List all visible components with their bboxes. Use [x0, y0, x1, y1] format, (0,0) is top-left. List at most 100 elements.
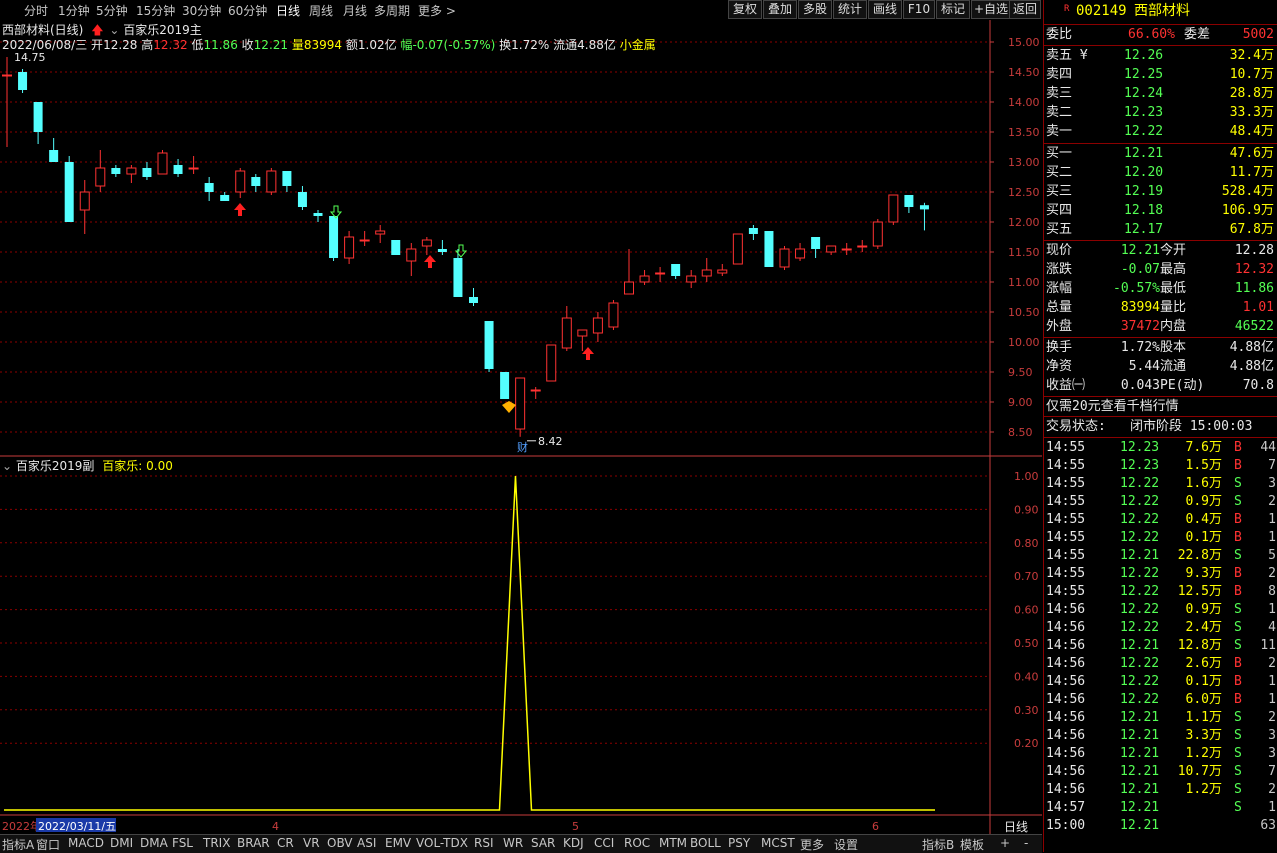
indicator-tab[interactable]: WR	[503, 836, 523, 850]
candle-body[interactable]	[764, 231, 774, 267]
candle-body[interactable]	[779, 248, 790, 268]
candle-body[interactable]	[841, 248, 852, 251]
candle-body[interactable]	[188, 167, 199, 170]
candle-body[interactable]	[671, 264, 681, 276]
candle-body[interactable]	[18, 72, 28, 90]
candle-body[interactable]	[701, 269, 712, 277]
chart-area[interactable]: 15.00 14.50 14.00 13.50 13.00 12.50 12.00 11.50…	[0, 20, 1042, 834]
period-tab[interactable]: 60分钟	[228, 2, 267, 19]
indicator-tab[interactable]: 设置	[834, 836, 858, 853]
candle-body[interactable]	[49, 150, 59, 162]
candle-body[interactable]	[126, 167, 137, 175]
toolbar-button[interactable]: 返回	[1009, 0, 1041, 19]
candle-body[interactable]	[251, 177, 261, 186]
candle-body[interactable]	[313, 213, 323, 216]
indicator-tab[interactable]: KDJ	[563, 836, 584, 850]
candle-body[interactable]	[484, 321, 494, 369]
candle-body[interactable]	[872, 221, 883, 247]
candle-body[interactable]	[329, 216, 339, 258]
toolbar-button[interactable]: 复权	[728, 0, 762, 19]
indicator-name[interactable]: 百家乐2019主	[123, 23, 202, 37]
period-tab[interactable]: 多周期	[374, 2, 410, 19]
sub-indicator-name[interactable]: 百家乐2019副	[16, 459, 95, 473]
toolbar-button[interactable]: 多股	[798, 0, 832, 19]
period-tab[interactable]: 周线	[309, 2, 333, 19]
toolbar-button[interactable]: 画线	[868, 0, 902, 19]
candle-body[interactable]	[235, 170, 246, 193]
candle-body[interactable]	[391, 240, 401, 255]
candle-body[interactable]	[421, 239, 432, 247]
indicator-tab[interactable]: +	[1000, 836, 1010, 850]
period-tab[interactable]: 5分钟	[96, 2, 128, 19]
indicator-tab[interactable]: SAR	[531, 836, 555, 850]
indicator-tab[interactable]: CCI	[594, 836, 614, 850]
candle-body[interactable]	[297, 192, 307, 207]
indicator-tab[interactable]: DMI	[110, 836, 133, 850]
candle-body[interactable]	[811, 237, 821, 249]
candle-body[interactable]	[732, 233, 743, 265]
sector-value[interactable]: 小金属	[620, 38, 656, 52]
candle-body[interactable]	[561, 317, 572, 349]
indicator-tab[interactable]: 更多	[800, 836, 824, 853]
candle-body[interactable]	[717, 269, 728, 274]
candle-body[interactable]	[453, 258, 463, 297]
collapse-icon[interactable]: ⌄	[2, 459, 12, 473]
period-tab[interactable]: 30分钟	[182, 2, 221, 19]
indicator-tab[interactable]: 窗口	[36, 836, 60, 853]
indicator-tab[interactable]: TRIX	[203, 836, 230, 850]
candle-body[interactable]	[173, 165, 183, 174]
candle-body[interactable]	[406, 248, 417, 262]
candle-body[interactable]	[500, 372, 510, 399]
collapse-icon[interactable]: ⌄	[109, 23, 119, 37]
indicator-tab[interactable]: DMA	[140, 836, 168, 850]
period-tab[interactable]: 更多 >	[418, 2, 456, 19]
candle-body[interactable]	[546, 344, 557, 382]
candle-body[interactable]	[577, 329, 588, 337]
indicator-tab[interactable]: 指标B	[922, 836, 954, 853]
period-tab[interactable]: 15分钟	[136, 2, 175, 19]
candle-body[interactable]	[2, 74, 12, 77]
candle-body[interactable]	[437, 249, 447, 252]
candle-body[interactable]	[95, 167, 106, 187]
candle-body[interactable]	[530, 389, 541, 392]
indicator-tab[interactable]: MTM	[659, 836, 687, 850]
indicator-tab[interactable]: 指标A	[2, 836, 34, 853]
candle-body[interactable]	[266, 170, 277, 193]
indicator-tab[interactable]: VR	[303, 836, 320, 850]
candle-body[interactable]	[79, 191, 90, 211]
indicator-tab[interactable]: EMV	[385, 836, 411, 850]
candle-body[interactable]	[359, 239, 370, 242]
indicator-tab[interactable]: MCST	[761, 836, 795, 850]
candle-body[interactable]	[795, 248, 806, 259]
candle-body[interactable]	[608, 302, 619, 328]
candle-body[interactable]	[344, 236, 355, 259]
period-tab[interactable]: 1分钟	[58, 2, 90, 19]
indicator-tab[interactable]: VOL-TDX	[416, 836, 468, 850]
indicator-tab[interactable]: -	[1024, 836, 1028, 850]
candle-body[interactable]	[639, 275, 650, 283]
toolbar-button[interactable]: F10	[903, 0, 935, 19]
period-tab[interactable]: 月线	[343, 2, 367, 19]
period-tab[interactable]: 分时	[24, 2, 48, 19]
toolbar-button[interactable]: 叠加	[763, 0, 797, 19]
indicator-tab[interactable]: ASI	[357, 836, 376, 850]
indicator-tab[interactable]: MACD	[68, 836, 104, 850]
candle-body[interactable]	[157, 152, 168, 175]
indicator-tab[interactable]: RSI	[474, 836, 494, 850]
candle-body[interactable]	[515, 377, 526, 430]
toolbar-button[interactable]: 标记	[936, 0, 970, 19]
candle-body[interactable]	[375, 230, 386, 235]
candle-body[interactable]	[655, 272, 666, 275]
candle-body[interactable]	[748, 228, 758, 234]
toolbar-button[interactable]: +自选	[971, 0, 1011, 19]
candle-body[interactable]	[64, 162, 74, 222]
toolbar-button[interactable]: 统计	[833, 0, 867, 19]
candle-body[interactable]	[469, 297, 478, 303]
cai-marker[interactable]: 财	[517, 440, 528, 454]
candle-body[interactable]	[826, 245, 837, 253]
candle-body[interactable]	[919, 205, 929, 210]
indicator-tab[interactable]: BRAR	[237, 836, 270, 850]
candle-body[interactable]	[33, 102, 43, 132]
indicator-tab[interactable]: PSY	[728, 836, 750, 850]
candle-body[interactable]	[624, 281, 634, 295]
